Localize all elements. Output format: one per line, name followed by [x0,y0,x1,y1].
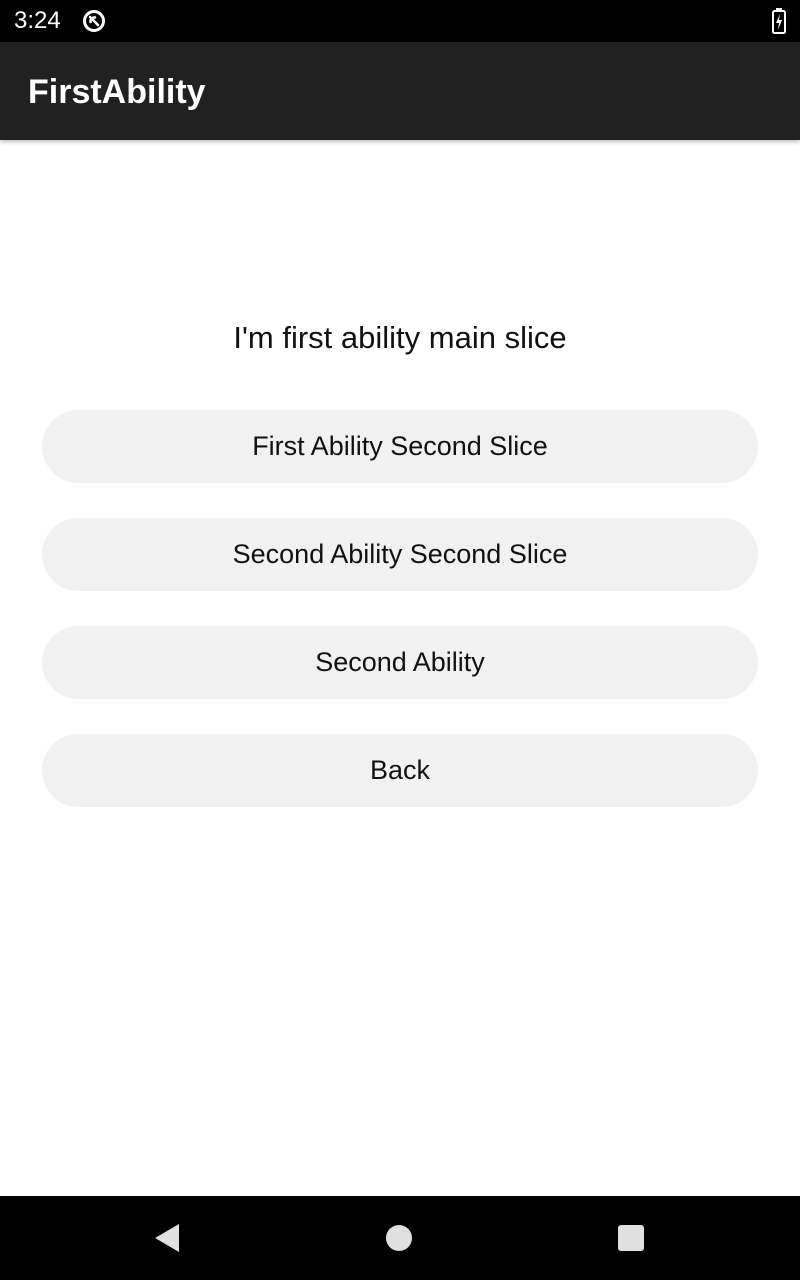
status-bar: 3:24 [0,0,800,42]
navigation-bar [0,1196,800,1280]
recents-icon[interactable] [618,1225,644,1251]
back-button[interactable]: Back [42,734,758,807]
main-slice-text: I'm first ability main slice [233,320,567,355]
app-bar: FirstAbility [0,42,800,140]
battery-charging-icon [772,8,786,34]
app-title: FirstAbility [28,73,206,111]
second-ability-second-slice-button[interactable]: Second Ability Second Slice [42,518,758,591]
back-icon[interactable] [152,1222,182,1254]
status-time: 3:24 [14,7,61,34]
screen: 3:24 FirstAbility I'm first ability main… [0,0,800,1280]
first-ability-second-slice-button[interactable]: First Ability Second Slice [42,410,758,483]
app-notification-icon [83,10,105,32]
home-icon[interactable] [386,1225,412,1251]
second-ability-button[interactable]: Second Ability [42,626,758,699]
